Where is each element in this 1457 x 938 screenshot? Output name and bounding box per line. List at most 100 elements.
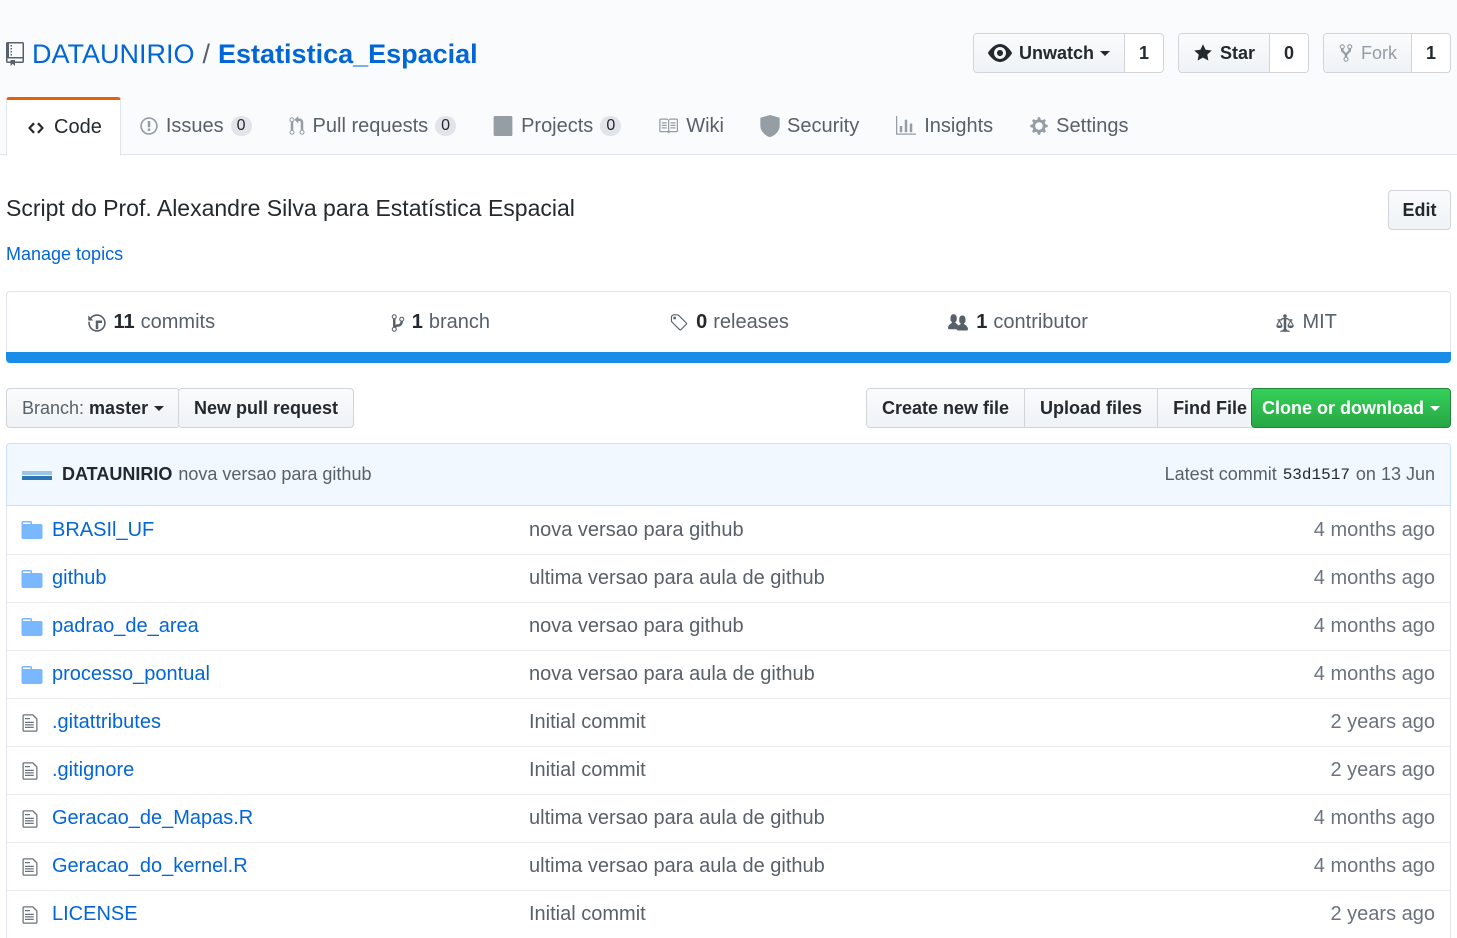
contributors-link[interactable]: 1 contributor bbox=[873, 311, 1162, 334]
tab-label: Issues bbox=[165, 114, 224, 137]
watch-count[interactable]: 1 bbox=[1124, 34, 1163, 72]
file-commit-message[interactable]: ultima versao para aula de github bbox=[529, 855, 1314, 878]
file-commit-message[interactable]: Initial commit bbox=[529, 711, 1330, 734]
contributor-label: contributor bbox=[993, 311, 1088, 333]
star-group: Star 0 bbox=[1177, 33, 1309, 73]
commit-tease: DATAUNIRIO nova versao para github Lates… bbox=[6, 443, 1451, 506]
chevron-down-icon bbox=[1099, 50, 1110, 56]
watch-group: Unwatch 1 bbox=[972, 33, 1164, 73]
table-row: Geracao_de_Mapas.R ultima versao para au… bbox=[7, 794, 1450, 842]
tab-security[interactable]: Security bbox=[742, 97, 877, 155]
repo-name-link[interactable]: Estatistica_Espacial bbox=[218, 39, 478, 70]
graph-icon bbox=[896, 116, 917, 135]
table-row: Geracao_do_kernel.R ultima versao para a… bbox=[7, 842, 1450, 890]
new-pull-request-button[interactable]: New pull request bbox=[178, 388, 355, 428]
chevron-down-icon bbox=[1430, 405, 1440, 411]
commits-count: 11 bbox=[113, 311, 135, 333]
repo-owner-link[interactable]: DATAUNIRIO bbox=[32, 39, 195, 70]
repo-title: DATAUNIRIO / Estatistica_Espacial bbox=[6, 36, 478, 72]
file-name-link[interactable]: .gitignore bbox=[52, 759, 529, 782]
tab-code[interactable]: Code bbox=[6, 97, 121, 156]
file-name-link[interactable]: Geracao_de_Mapas.R bbox=[52, 807, 529, 830]
commit-author[interactable]: DATAUNIRIO bbox=[62, 464, 172, 485]
tab-label: Settings bbox=[1056, 114, 1129, 137]
project-icon bbox=[493, 116, 513, 136]
star-count[interactable]: 0 bbox=[1270, 34, 1308, 72]
license-link[interactable]: MIT bbox=[1161, 311, 1450, 334]
releases-link[interactable]: 0 releases bbox=[584, 311, 873, 334]
tab-wiki[interactable]: Wiki bbox=[639, 97, 742, 155]
file-commit-message[interactable]: Initial commit bbox=[529, 759, 1330, 782]
file-name-link[interactable]: BRASIl_UF bbox=[52, 519, 529, 542]
file-age: 4 months ago bbox=[1313, 615, 1435, 637]
file-actions-group: Create new file Upload files Find File bbox=[866, 388, 1264, 428]
file-commit-message[interactable]: nova versao para github bbox=[529, 615, 1314, 638]
star-icon bbox=[1194, 44, 1212, 61]
folder-icon bbox=[21, 617, 43, 636]
branch-select-button[interactable]: Branch: master bbox=[6, 388, 181, 428]
clone-label: Clone or download bbox=[1262, 397, 1424, 418]
edit-description-button[interactable]: Edit bbox=[1388, 190, 1451, 230]
file-commit-message[interactable]: nova versao para github bbox=[529, 519, 1314, 542]
manage-topics-link[interactable]: Manage topics bbox=[6, 244, 123, 265]
folder-icon bbox=[21, 521, 43, 539]
shield-icon bbox=[760, 115, 780, 137]
file-commit-message[interactable]: ultima versao para aula de github bbox=[529, 567, 1314, 590]
tab-label: Insights bbox=[924, 114, 994, 137]
avatar[interactable] bbox=[22, 465, 52, 485]
create-new-file-button[interactable]: Create new file bbox=[867, 389, 1026, 427]
file-name-link[interactable]: LICENSE bbox=[52, 903, 529, 926]
folder-icon bbox=[21, 665, 43, 684]
fork-count[interactable]: 1 bbox=[1412, 34, 1450, 72]
file-list: BRASIl_UF nova versao para github 4 mont… bbox=[6, 506, 1451, 938]
tab-pull-requests[interactable]: Pull requests 0 bbox=[270, 97, 475, 155]
commit-date: on 13 Jun bbox=[1355, 464, 1435, 484]
upload-files-button[interactable]: Upload files bbox=[1025, 389, 1159, 427]
file-commit-message[interactable]: nova versao para aula de github bbox=[529, 663, 1314, 686]
tab-projects[interactable]: Projects 0 bbox=[474, 97, 639, 155]
branches-link[interactable]: 1 branch bbox=[296, 311, 585, 334]
commit-message[interactable]: nova versao para github bbox=[178, 464, 371, 485]
table-row: github ultima versao para aula de github… bbox=[7, 554, 1450, 602]
fork-button[interactable]: Fork bbox=[1324, 34, 1412, 72]
releases-label: releases bbox=[713, 311, 789, 333]
file-commit-message[interactable]: ultima versao para aula de github bbox=[529, 807, 1314, 830]
unwatch-label: Unwatch bbox=[1018, 42, 1094, 63]
projects-counter: 0 bbox=[600, 116, 622, 136]
tab-label: Projects bbox=[521, 114, 594, 137]
language-bar[interactable] bbox=[6, 352, 1451, 363]
file-name-link[interactable]: processo_pontual bbox=[52, 663, 529, 686]
history-icon bbox=[88, 313, 107, 332]
tab-label: Wiki bbox=[686, 114, 724, 137]
file-name-link[interactable]: Geracao_do_kernel.R bbox=[52, 855, 529, 878]
file-name-link[interactable]: padrao_de_area bbox=[52, 615, 529, 638]
law-icon bbox=[1276, 313, 1295, 332]
file-age: 4 months ago bbox=[1313, 518, 1435, 541]
tab-settings[interactable]: Settings bbox=[1011, 97, 1146, 155]
license-label: MIT bbox=[1302, 311, 1337, 333]
releases-count: 0 bbox=[696, 311, 708, 333]
gear-icon bbox=[1030, 117, 1048, 135]
tab-insights[interactable]: Insights bbox=[877, 97, 1011, 155]
clone-or-download-button[interactable]: Clone or download bbox=[1251, 388, 1451, 428]
pull-requests-counter: 0 bbox=[435, 116, 457, 136]
branch-label: branch bbox=[428, 311, 491, 333]
latest-commit-prefix: Latest commit bbox=[1164, 464, 1277, 484]
unwatch-button[interactable]: Unwatch bbox=[973, 34, 1125, 72]
find-file-button[interactable]: Find File bbox=[1158, 389, 1263, 427]
file-name-link[interactable]: github bbox=[52, 567, 529, 590]
repo-icon bbox=[6, 42, 24, 66]
commits-link[interactable]: 11 commits bbox=[7, 311, 296, 334]
commit-sha[interactable]: 53d1517 bbox=[1283, 466, 1350, 484]
star-button[interactable]: Star bbox=[1178, 34, 1270, 72]
file-icon bbox=[21, 713, 43, 733]
table-row: padrao_de_area nova versao para github 4… bbox=[7, 602, 1450, 650]
table-row: processo_pontual nova versao para aula d… bbox=[7, 650, 1450, 698]
file-age: 4 months ago bbox=[1313, 855, 1435, 877]
fork-label: Fork bbox=[1361, 42, 1397, 63]
file-icon bbox=[21, 809, 43, 829]
file-name-link[interactable]: .gitattributes bbox=[52, 711, 529, 734]
tab-issues[interactable]: Issues 0 bbox=[121, 97, 270, 155]
repo-header: DATAUNIRIO / Estatistica_Espacial Unwatc… bbox=[0, 0, 1457, 156]
file-commit-message[interactable]: Initial commit bbox=[529, 903, 1330, 926]
